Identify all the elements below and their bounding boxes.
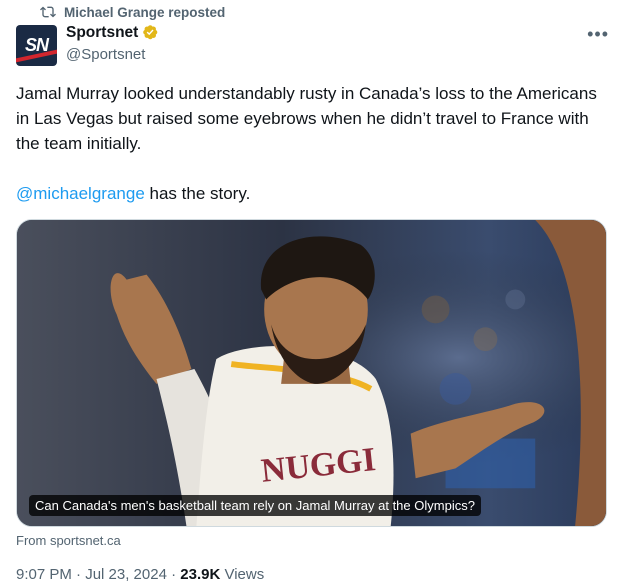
more-options-icon[interactable]: ••• xyxy=(587,25,609,43)
timestamp[interactable]: 9:07 PM · Jul 23, 2024 · xyxy=(16,566,180,583)
author-name[interactable]: Sportsnet xyxy=(66,24,138,42)
tweet-body: Jamal Murray looked understandably rusty… xyxy=(16,84,597,153)
tweet-text: Jamal Murray looked understandably rusty… xyxy=(16,81,614,206)
author-name-row[interactable]: Sportsnet xyxy=(66,24,160,42)
tweet-mention-line: @michaelgrange has the story. xyxy=(16,181,614,206)
repost-label: Michael Grange reposted xyxy=(64,4,226,20)
card-source[interactable]: From sportsnet.ca xyxy=(16,533,121,548)
views-label: Views xyxy=(220,566,265,583)
tweet-meta: 9:07 PM · Jul 23, 2024 · 23.9K Views xyxy=(16,566,264,583)
mention-link[interactable]: @michaelgrange xyxy=(16,184,145,203)
card-caption: Can Canada's men's basketball team rely … xyxy=(29,495,481,516)
views-count: 23.9K xyxy=(180,566,221,583)
author-handle[interactable]: @Sportsnet xyxy=(66,46,145,63)
mention-suffix: has the story. xyxy=(144,184,251,203)
article-photo: NUGGI xyxy=(17,220,606,526)
repost-icon xyxy=(40,6,56,18)
repost-header[interactable]: Michael Grange reposted xyxy=(40,3,225,21)
avatar[interactable]: SN xyxy=(16,25,57,66)
link-card[interactable]: NUGGI Can Canada's men's basketball team… xyxy=(16,219,607,527)
avatar-text: SN xyxy=(24,35,49,55)
verified-badge-icon xyxy=(143,25,158,40)
